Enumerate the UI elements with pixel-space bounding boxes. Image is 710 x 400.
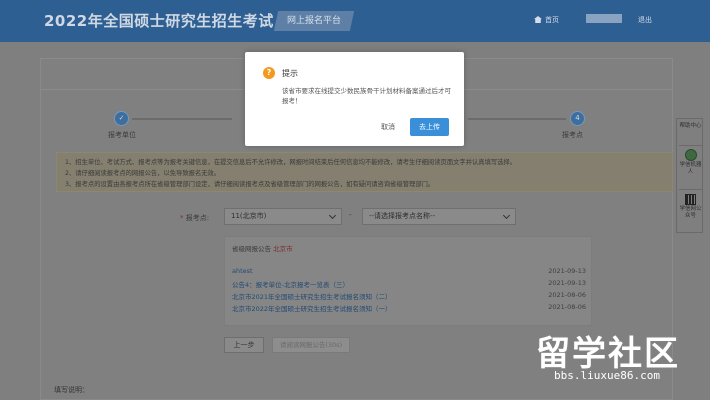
prompt-dialog: ? 提示 该省市要求在线提交少数民族骨干计划材料备案通过后才可报考！ 取消 去上… xyxy=(245,52,464,146)
home-icon xyxy=(534,16,542,23)
platform-tab[interactable]: 网上报名平台 xyxy=(273,11,355,31)
step1-label: 报考单位 xyxy=(108,131,136,139)
upload-button[interactable]: 去上传 xyxy=(410,118,449,136)
prev-step-button[interactable]: 上一步 xyxy=(224,337,264,353)
exam-site-label: * 报考点: xyxy=(180,214,210,222)
chevron-down-icon xyxy=(502,211,511,220)
exam-title: 2022年全国硕士研究生招生考试 xyxy=(44,12,274,30)
watermark-url: bbs.liuxue86.com xyxy=(554,369,660,382)
step1-check-icon: ✓ xyxy=(114,111,129,126)
separator-dash: - xyxy=(349,211,352,219)
chevron-down-icon xyxy=(328,211,337,220)
notice-item: 2、请仔细阅读报考点的网报公告，以免导致报名无效。 xyxy=(65,170,221,177)
announcement-heading: 省级网报公告 北京市 xyxy=(232,245,293,253)
step-progress-line xyxy=(132,118,232,120)
announcement-row[interactable]: ahtest 2021-09-13 xyxy=(232,267,586,275)
home-link[interactable]: 首页 xyxy=(534,15,559,25)
notice-item: 3、报考点的设置由各报考点所在省级管理部门设定，请仔细阅读报考点及省级管理部门的… xyxy=(65,181,435,188)
robot-link[interactable]: 学信机器人 xyxy=(677,149,704,176)
announcement-row[interactable]: 公告4：报考单位-北京报考一览表（三） 2021-09-13 xyxy=(232,279,586,289)
qr-code-icon xyxy=(685,194,696,205)
read-announcement-button[interactable]: 请阅读网报公告(30s) xyxy=(272,337,350,353)
username-blurred xyxy=(586,14,622,23)
dialog-title: 提示 xyxy=(282,69,298,78)
top-header: 2022年全国硕士研究生招生考试 网上报名平台 首页 退出 xyxy=(0,0,710,42)
watermark-logo: 留学社区 xyxy=(536,334,680,374)
announcement-row[interactable]: 北京市2021年全国硕士研究生招生考试报名须知（二） 2021-08-06 xyxy=(232,291,586,301)
dialog-message: 该省市要求在线提交少数民族骨干计划材料备案通过后才可报考！ xyxy=(282,87,451,105)
step-progress-line-right xyxy=(468,118,566,120)
exam-site-select[interactable]: --请选择报考点名称-- xyxy=(362,208,516,225)
side-float-panel: 帮助中心 学信机器人 学信网公众号 xyxy=(676,118,703,233)
announcement-row[interactable]: 北京市2022年全国硕士研究生招生考试报名须知（一） 2021-08-06 xyxy=(232,303,586,313)
question-icon: ? xyxy=(263,67,275,79)
watermark: 留学社区 bbs.liuxue86.com xyxy=(536,326,696,392)
step4-label: 报考点 xyxy=(562,131,583,139)
province-select[interactable]: 11(北京市) xyxy=(224,208,342,225)
help-center-link[interactable]: 帮助中心 xyxy=(677,123,704,130)
notice-box: 1、招生单位、考试方式、报考点等为报考关键信息，在提交信息后不允许修改，网报时间… xyxy=(56,152,673,192)
official-account-link[interactable]: 学信网公众号 xyxy=(677,194,704,220)
fill-instructions-label: 填写说明： xyxy=(54,386,89,394)
step4-number: 4 xyxy=(570,111,585,126)
announcement-panel: 省级网报公告 北京市 ahtest 2021-09-13 公告4：报考单位-北京报… xyxy=(224,236,592,326)
logout-link[interactable]: 退出 xyxy=(638,15,652,25)
cancel-button[interactable]: 取消 xyxy=(373,118,403,136)
robot-icon xyxy=(684,149,697,161)
notice-item: 1、招生单位、考试方式、报考点等为报考关键信息，在提交信息后不允许修改，网报时间… xyxy=(65,159,517,166)
